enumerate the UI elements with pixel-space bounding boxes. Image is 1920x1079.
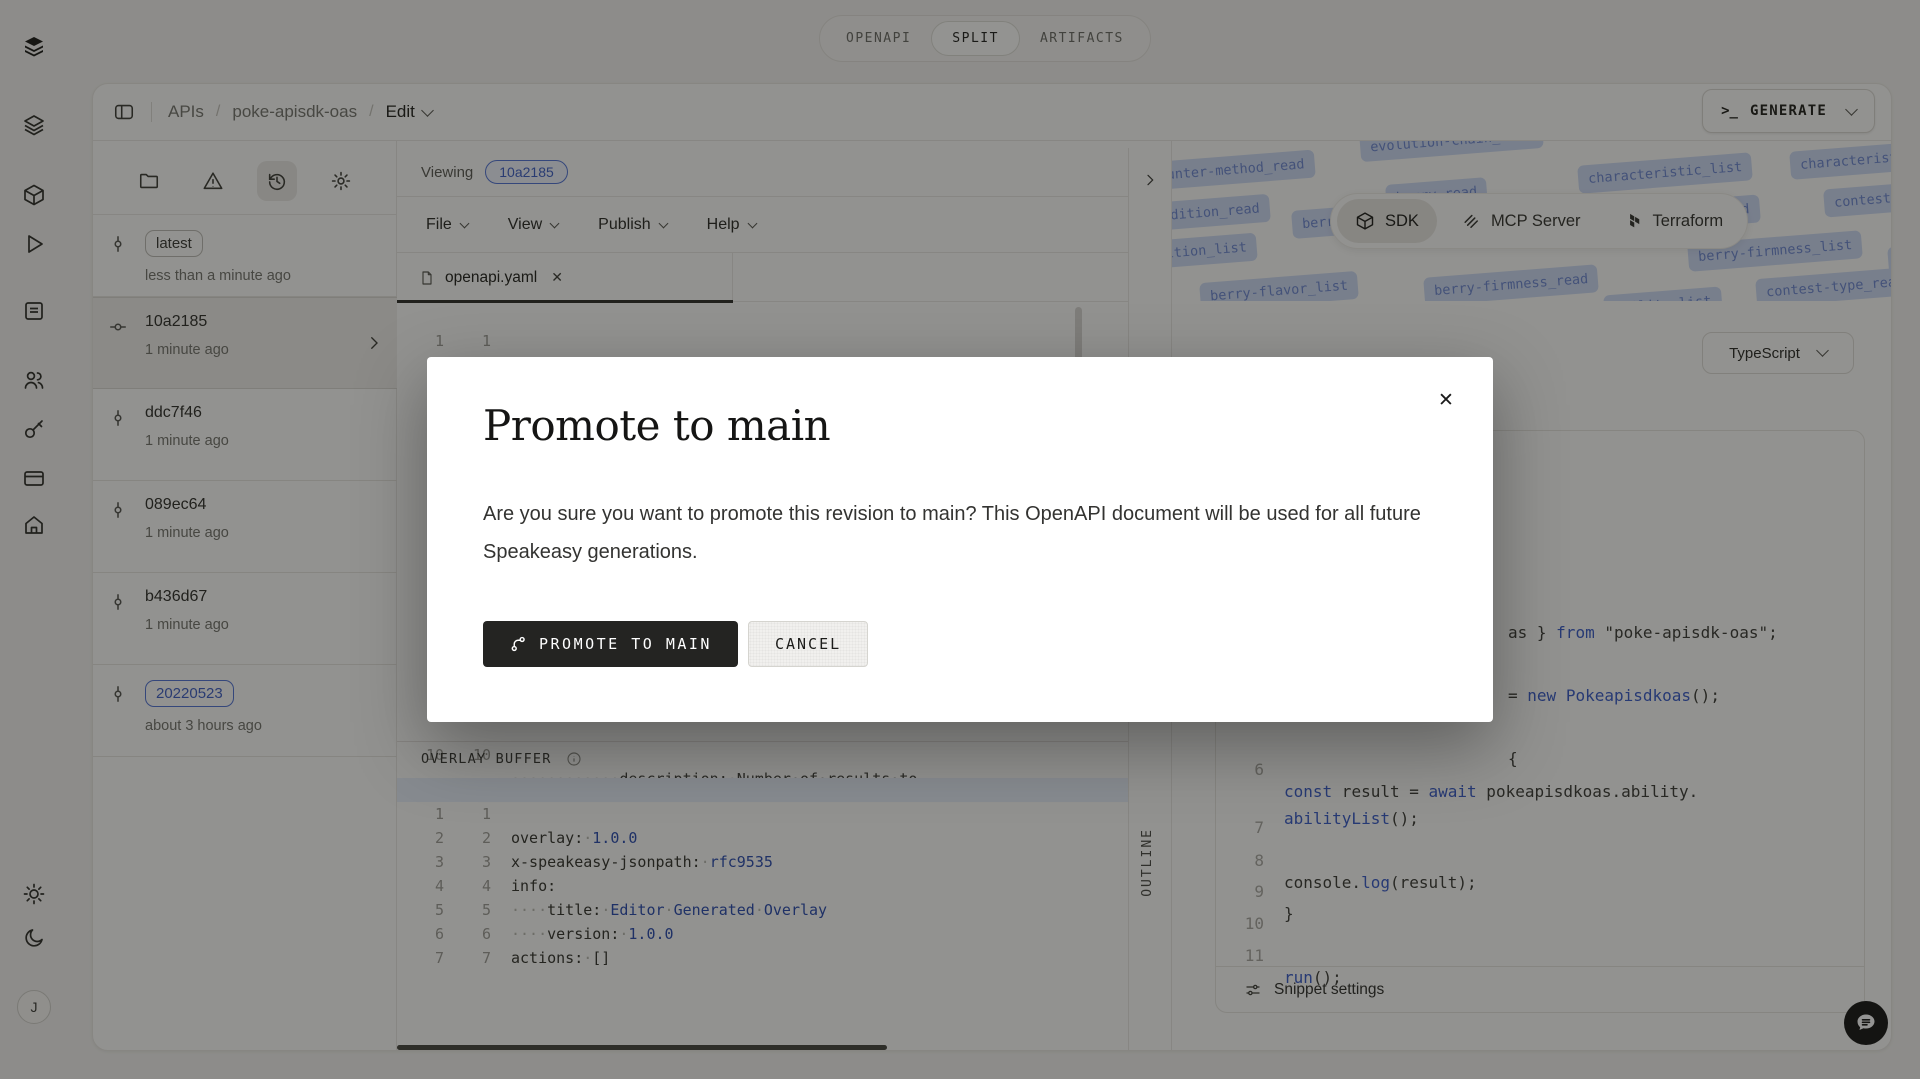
- close-icon[interactable]: ✕: [1431, 385, 1461, 415]
- cancel-button-label: CANCEL: [775, 635, 841, 653]
- dialog-title: Promote to main: [483, 401, 830, 450]
- app-root: J OPENAPISPLITARTIFACTS APIs / poke-apis…: [0, 0, 1920, 1079]
- dialog-body-text: Are you sure you want to promote this re…: [483, 495, 1443, 571]
- dialog-actions: PROMOTE TO MAIN CANCEL: [483, 621, 868, 667]
- cancel-button[interactable]: CANCEL: [748, 621, 868, 667]
- promote-button-label: PROMOTE TO MAIN: [539, 635, 712, 653]
- git-branch-icon: [509, 635, 527, 653]
- promote-to-main-button[interactable]: PROMOTE TO MAIN: [483, 621, 738, 667]
- promote-to-main-dialog: ✕ Promote to main Are you sure you want …: [427, 357, 1493, 722]
